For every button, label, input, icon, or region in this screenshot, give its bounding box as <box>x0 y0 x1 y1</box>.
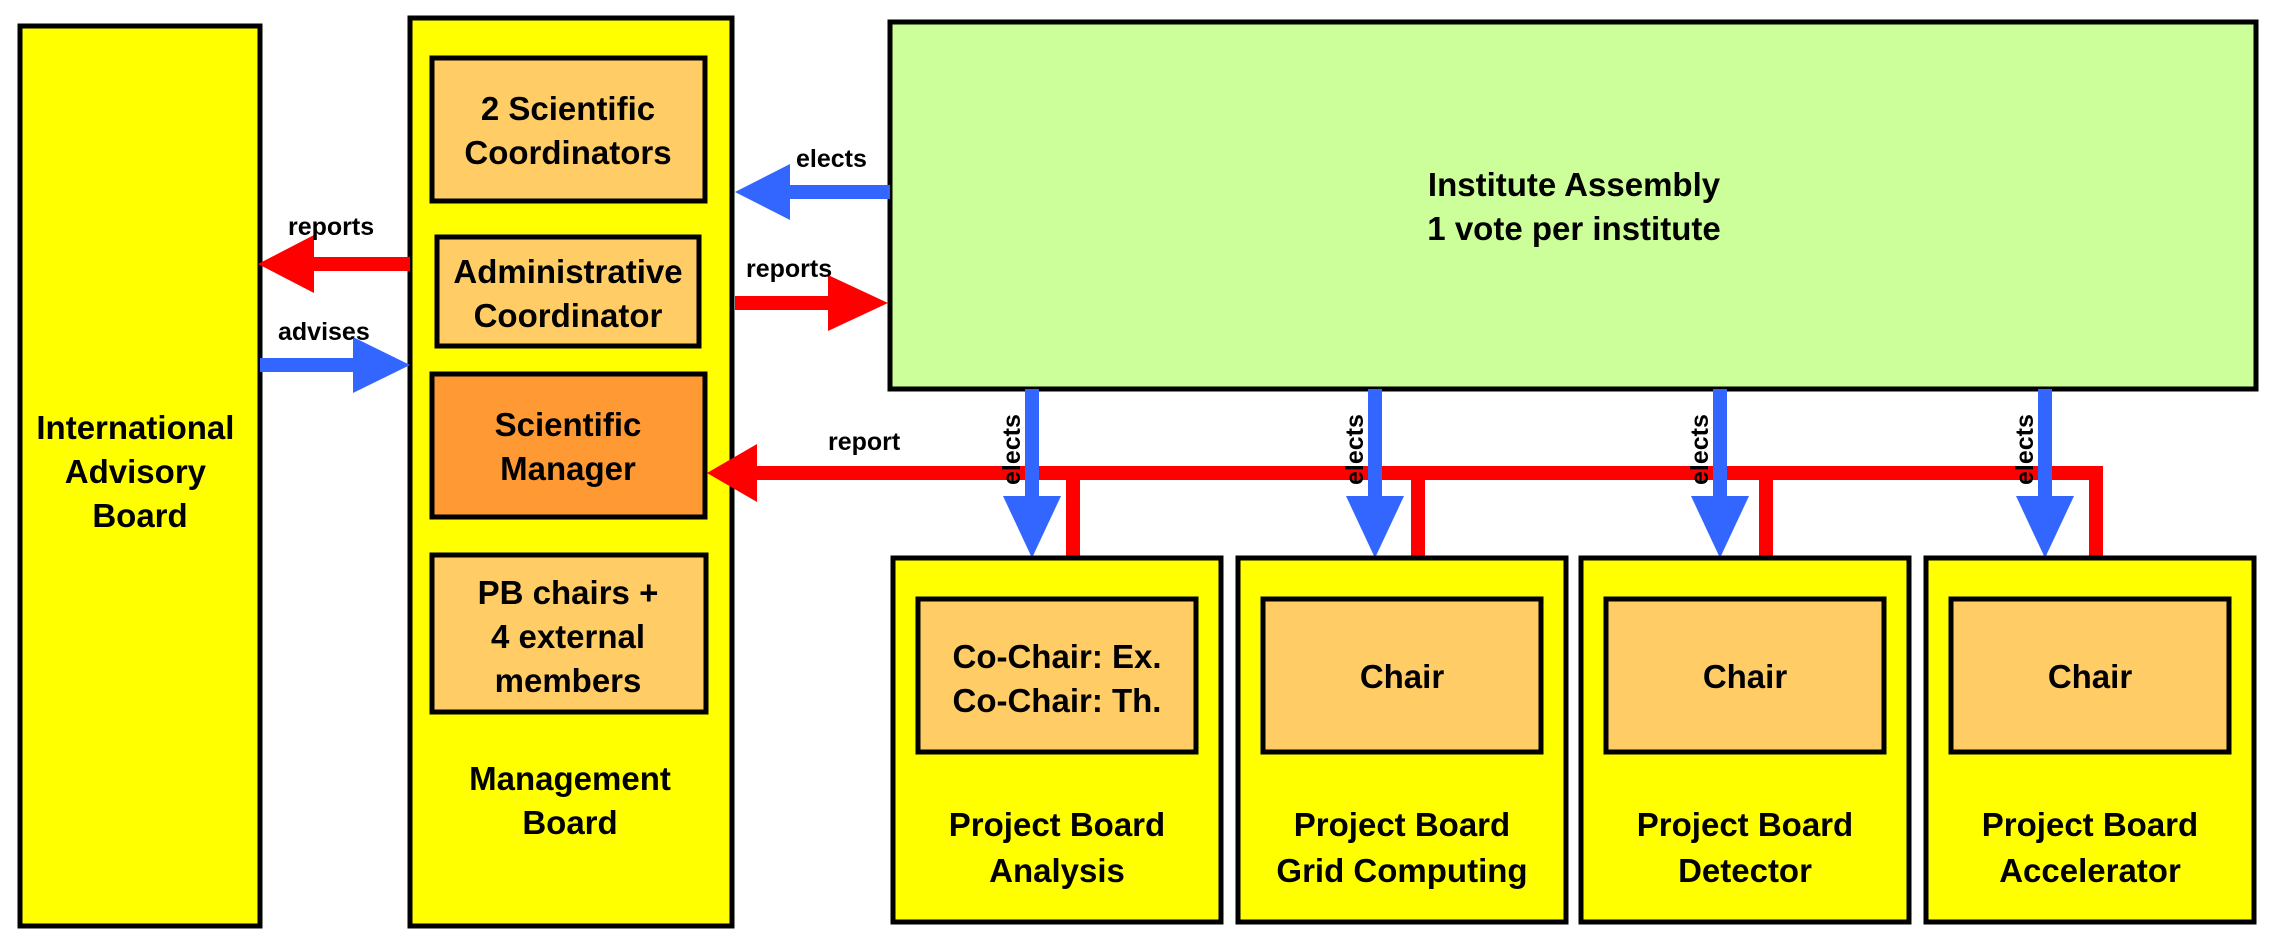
svg-text:reports: reports <box>288 213 374 241</box>
reports-arrow-to-assembly: reports <box>735 255 888 331</box>
svg-text:elects: elects <box>998 414 1026 485</box>
svg-text:elects: elects <box>1686 414 1714 485</box>
report-line <box>1411 466 1425 558</box>
svg-text:PB chairs +4 externalmembers: PB chairs +4 external members <box>478 574 659 699</box>
chair-box: Co-Chair: Ex. Co-Chair: Th. <box>915 596 1199 755</box>
elects-arrow-to-coordinators: elects <box>735 145 890 220</box>
chair-box: Chair <box>1948 596 2232 755</box>
svg-text:elects: elects <box>796 145 867 173</box>
chair-box: Chair <box>1260 596 1544 755</box>
svg-text:elects: elects <box>1341 414 1369 485</box>
svg-text:Chair: Chair <box>1703 658 1788 695</box>
advises-arrow-to-mb: advises <box>260 318 410 393</box>
report-line <box>2089 466 2103 558</box>
report-line <box>1759 466 1773 558</box>
international-advisory-board: International Advisory Board <box>17 23 263 929</box>
institute-assembly: Institute Assembly 1 vote per institute <box>887 19 2259 392</box>
management-board: 2 Scientific Coordinators Administrative C… <box>407 15 735 929</box>
chair-box: Chair <box>1603 596 1887 755</box>
report-bus-arrow: report <box>707 428 2103 502</box>
svg-text:Chair: Chair <box>1360 658 1445 695</box>
svg-text:Chair: Chair <box>2048 658 2133 695</box>
svg-text:elects: elects <box>2011 414 2039 485</box>
administrative-coordinator-box: Administrative Coordinator <box>434 234 702 349</box>
scientific-manager-box: Scientific Manager <box>429 371 708 520</box>
organization-diagram: International Advisory Board 2 Scientifi… <box>17 15 2259 929</box>
svg-text:reports: reports <box>746 255 832 283</box>
reports-arrow-to-iab: reports <box>258 213 410 293</box>
scientific-coordinators-box: 2 Scientific Coordinators <box>429 55 708 204</box>
svg-text:advises: advises <box>278 318 370 346</box>
svg-text:report: report <box>828 428 901 456</box>
report-line <box>1066 466 1080 558</box>
pb-chairs-box: PB chairs +4 external members <box>429 552 709 715</box>
